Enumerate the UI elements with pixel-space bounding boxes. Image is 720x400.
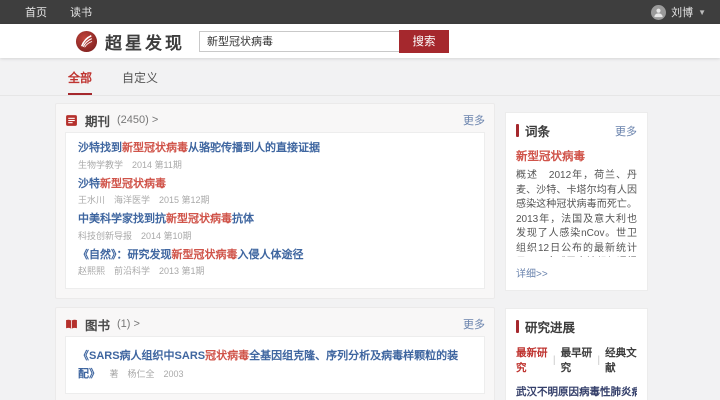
journal-item: 沙特找到新型冠状病毒从骆驼传播到人的直接证据 生物学教学 2014 第11期 [78,139,472,175]
entry-header: 词条 更多 [516,121,637,140]
tab-classic-literature[interactable]: 经典文献 [605,345,637,375]
progress-header: 研究进展 [516,317,637,336]
progress-item: 武汉不明原因病毒性肺炎病原体 ... 贵州画报 2020(第16期) 时事综述 [516,384,637,400]
chevron-down-icon: ▼ [698,8,706,17]
journal-item-title[interactable]: 沙特找到新型冠状病毒从骆驼传播到人的直接证据 [78,142,472,155]
tab-separator: | [553,354,556,366]
brand-name: 超星发现 [105,29,185,54]
books-list: 《SARS病人组织中SARS冠状病毒全基因组克隆、序列分析及病毒样颗粒的装配》 … [65,336,485,394]
books-more-link[interactable]: 更多 [463,316,485,332]
red-bar-icon [516,320,519,333]
top-nav: 首页 读书 [25,4,92,20]
search-input[interactable] [199,31,399,52]
journal-item: 中美科学家找到抗新型冠状病毒抗体 科技创新导报 2014 第10期 [78,210,472,246]
books-section: 图书 (1) > 更多 《SARS病人组织中SARS冠状病毒全基因组克隆、序列分… [55,307,495,400]
entry-title: 词条 [525,121,550,140]
journal-item: 沙特新型冠状病毒 王水川 海洋医学 2015 第12期 [78,175,472,211]
journal-item-title[interactable]: 中美科学家找到抗新型冠状病毒抗体 [78,213,472,226]
tab-all[interactable]: 全部 [68,69,92,95]
journals-list: 沙特找到新型冠状病毒从骆驼传播到人的直接证据 生物学教学 2014 第11期 沙… [65,132,485,289]
user-menu[interactable]: 刘博 ▼ [651,4,706,20]
progress-title: 研究进展 [525,317,575,336]
progress-card: 研究进展 最新研究 | 最早研究 | 经典文献 武汉不明原因病毒性肺炎病原体 .… [505,308,648,400]
books-header: 图书 (1) > 更多 [65,312,485,336]
content: 期刊 (2450) > 更多 沙特找到新型冠状病毒从骆驼传播到人的直接证据 生物… [0,96,720,400]
book-item: 《SARS病人组织中SARS冠状病毒全基因组克隆、序列分析及病毒样颗粒的装配》 … [78,343,472,386]
tab-earliest-research[interactable]: 最早研究 [561,345,593,375]
journals-title: 期刊 [85,111,110,130]
entry-detail-link[interactable]: 详细>> [516,265,637,280]
book-item-meta: 著 杨仁全 2003 [109,369,183,379]
progress-tabs: 最新研究 | 最早研究 | 经典文献 [516,345,637,375]
search-bar: 搜索 [199,30,449,53]
journals-header: 期刊 (2450) > 更多 [65,108,485,132]
journal-item-meta: 生物学教学 2014 第11期 [78,158,472,171]
nav-item-reading[interactable]: 读书 [70,4,92,20]
journals-count[interactable]: (2450) > [117,114,158,126]
journal-item-title[interactable]: 沙特新型冠状病毒 [78,178,472,191]
book-icon [65,318,78,331]
tab-latest-research[interactable]: 最新研究 [516,345,548,375]
journal-item: 《自然》：研究发现新型冠状病毒入侵人体途径 赵熙熙 前沿科学 2013 第1期 [78,246,472,282]
red-bar-icon [516,124,519,137]
journal-item-meta: 科技创新导报 2014 第10期 [78,229,472,242]
chaoxing-logo-icon [75,30,98,53]
journal-item-meta: 王水川 海洋医学 2015 第12期 [78,193,472,206]
tab-custom[interactable]: 自定义 [122,69,158,95]
entry-card: 词条 更多 新型冠状病毒 概述 2012年，荷兰、丹麦、沙特、卡塔尔均有人因感染… [505,112,648,291]
entry-more-link[interactable]: 更多 [615,123,637,139]
top-bar: 首页 读书 刘博 ▼ [0,0,720,24]
main-column: 期刊 (2450) > 更多 沙特找到新型冠状病毒从骆驼传播到人的直接证据 生物… [55,103,495,400]
entry-term-link[interactable]: 新型冠状病毒 [516,148,637,164]
brand[interactable]: 超星发现 [75,29,185,54]
user-name: 刘博 [671,4,693,20]
tab-separator: | [597,354,600,366]
scope-tabs: 全部 自定义 [0,58,720,96]
journals-section: 期刊 (2450) > 更多 沙特找到新型冠状病毒从骆驼传播到人的直接证据 生物… [55,103,495,299]
journals-more-link[interactable]: 更多 [463,112,485,128]
sidebar: 词条 更多 新型冠状病毒 概述 2012年，荷兰、丹麦、沙特、卡塔尔均有人因感染… [505,103,648,400]
nav-item-home[interactable]: 首页 [25,4,47,20]
search-button[interactable]: 搜索 [399,30,449,53]
entry-description: 概述 2012年，荷兰、丹麦、沙特、卡塔尔均有人因感染这种冠状病毒而死亡。201… [516,169,637,257]
header: 超星发现 搜索 [0,24,720,58]
journal-item-title[interactable]: 《自然》：研究发现新型冠状病毒入侵人体途径 [78,249,472,262]
books-count[interactable]: (1) > [117,318,140,330]
progress-item-title[interactable]: 武汉不明原因病毒性肺炎病原体 ... [516,384,637,399]
user-avatar [651,5,666,20]
journal-icon [65,114,78,127]
books-title: 图书 [85,315,110,334]
journal-item-meta: 赵熙熙 前沿科学 2013 第1期 [78,264,472,277]
